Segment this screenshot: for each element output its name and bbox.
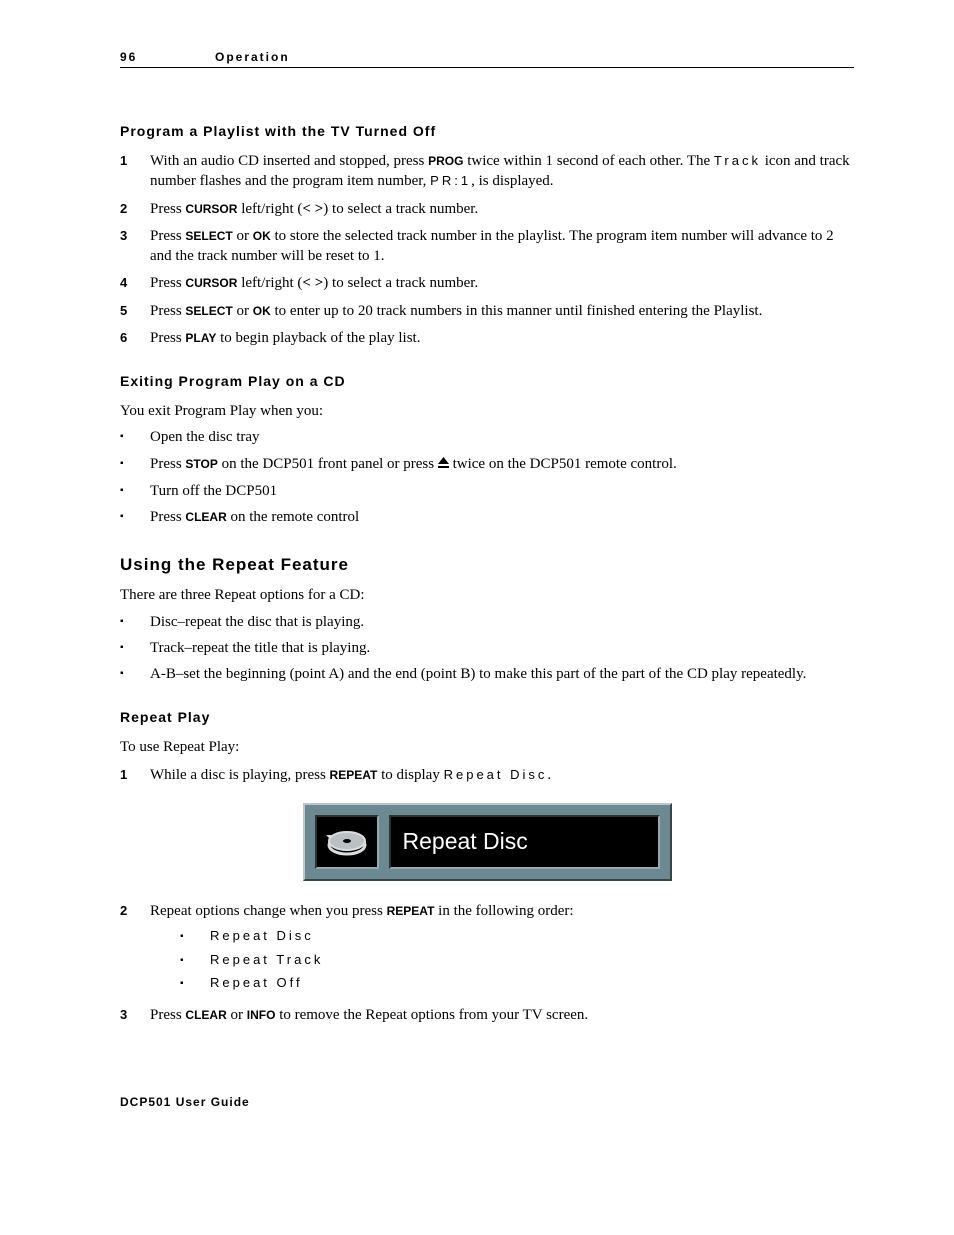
repeat-button-label: REPEAT [330, 768, 378, 782]
osd-text: Repeat Disc [389, 815, 660, 869]
step-body: Press CURSOR left/right (< >) to select … [150, 199, 854, 219]
list-item: Repeat Track [210, 951, 323, 969]
list-item: Track–repeat the title that is playing. [150, 638, 370, 658]
step-body: Press PLAY to begin playback of the play… [150, 328, 854, 348]
footer: DCP501 User Guide [120, 1095, 854, 1109]
step-body: Press SELECT or OK to store the selected… [150, 226, 854, 267]
select-button-label: SELECT [185, 229, 232, 243]
step-number: 3 [120, 1005, 150, 1025]
list-item: Turn off the DCP501 [150, 481, 277, 501]
list-item: Disc–repeat the disc that is playing. [150, 612, 364, 632]
page-header: 96 Operation [120, 50, 854, 68]
repeat-order-list: Repeat Disc Repeat Track Repeat Off [180, 927, 854, 992]
eject-icon [438, 455, 449, 475]
step-body: Press SELECT or OK to enter up to 20 tra… [150, 301, 854, 321]
step-body: While a disc is playing, press REPEAT to… [150, 765, 854, 785]
repeat-play-intro: To use Repeat Play: [120, 737, 854, 757]
heading-exiting-program: Exiting Program Play on a CD [120, 373, 854, 389]
stop-button-label: STOP [185, 457, 217, 471]
track-icon-label: Track [714, 153, 761, 168]
heading-repeat-play: Repeat Play [120, 709, 854, 725]
step-number: 2 [120, 901, 150, 998]
step-body: Repeat options change when you press REP… [150, 901, 854, 998]
info-button-label: INFO [247, 1008, 276, 1022]
clear-button-label: CLEAR [185, 1008, 226, 1022]
step-body: Press CURSOR left/right (< >) to select … [150, 273, 854, 293]
step-number: 6 [120, 328, 150, 348]
list-item: Open the disc tray [150, 427, 260, 447]
steps-program-playlist: 1 With an audio CD inserted and stopped,… [120, 151, 854, 348]
page-number: 96 [120, 50, 215, 64]
exit-intro: You exit Program Play when you: [120, 401, 854, 421]
steps-repeat-play-cont: 2 Repeat options change when you press R… [120, 901, 854, 1025]
step-number: 3 [120, 226, 150, 267]
list-item: Press STOP on the DCP501 front panel or … [150, 454, 677, 475]
select-button-label: SELECT [185, 304, 232, 318]
repeat-options-list: Disc–repeat the disc that is playing. Tr… [120, 612, 854, 685]
pr1-label: PR:1 [430, 173, 471, 188]
repeat-disc-osd-label: Repeat Disc [444, 767, 548, 782]
cursor-button-label: CURSOR [185, 276, 237, 290]
step-number: 1 [120, 151, 150, 192]
step-number: 5 [120, 301, 150, 321]
prog-button-label: PROG [428, 154, 463, 168]
steps-repeat-play: 1 While a disc is playing, press REPEAT … [120, 765, 854, 785]
exit-list: Open the disc tray Press STOP on the DCP… [120, 427, 854, 527]
ok-button-label: OK [253, 229, 271, 243]
clear-button-label: CLEAR [185, 510, 226, 524]
list-item: Press CLEAR on the remote control [150, 507, 359, 527]
step-body: With an audio CD inserted and stopped, p… [150, 151, 854, 192]
step-number: 2 [120, 199, 150, 219]
heading-repeat-feature: Using the Repeat Feature [120, 555, 854, 575]
ok-button-label: OK [253, 304, 271, 318]
header-section: Operation [215, 50, 290, 64]
repeat-button-label: REPEAT [387, 904, 435, 918]
step-body: Press CLEAR or INFO to remove the Repeat… [150, 1005, 854, 1025]
play-button-label: PLAY [185, 331, 216, 345]
list-item: Repeat Disc [210, 927, 314, 945]
list-item: A-B–set the beginning (point A) and the … [150, 664, 806, 684]
repeat-disc-icon [315, 815, 379, 869]
heading-program-playlist: Program a Playlist with the TV Turned Of… [120, 123, 854, 139]
cursor-button-label: CURSOR [185, 202, 237, 216]
list-item: Repeat Off [210, 974, 303, 992]
repeat-intro: There are three Repeat options for a CD: [120, 585, 854, 605]
step-number: 1 [120, 765, 150, 785]
step-number: 4 [120, 273, 150, 293]
osd-repeat-disc: Repeat Disc [303, 803, 672, 881]
